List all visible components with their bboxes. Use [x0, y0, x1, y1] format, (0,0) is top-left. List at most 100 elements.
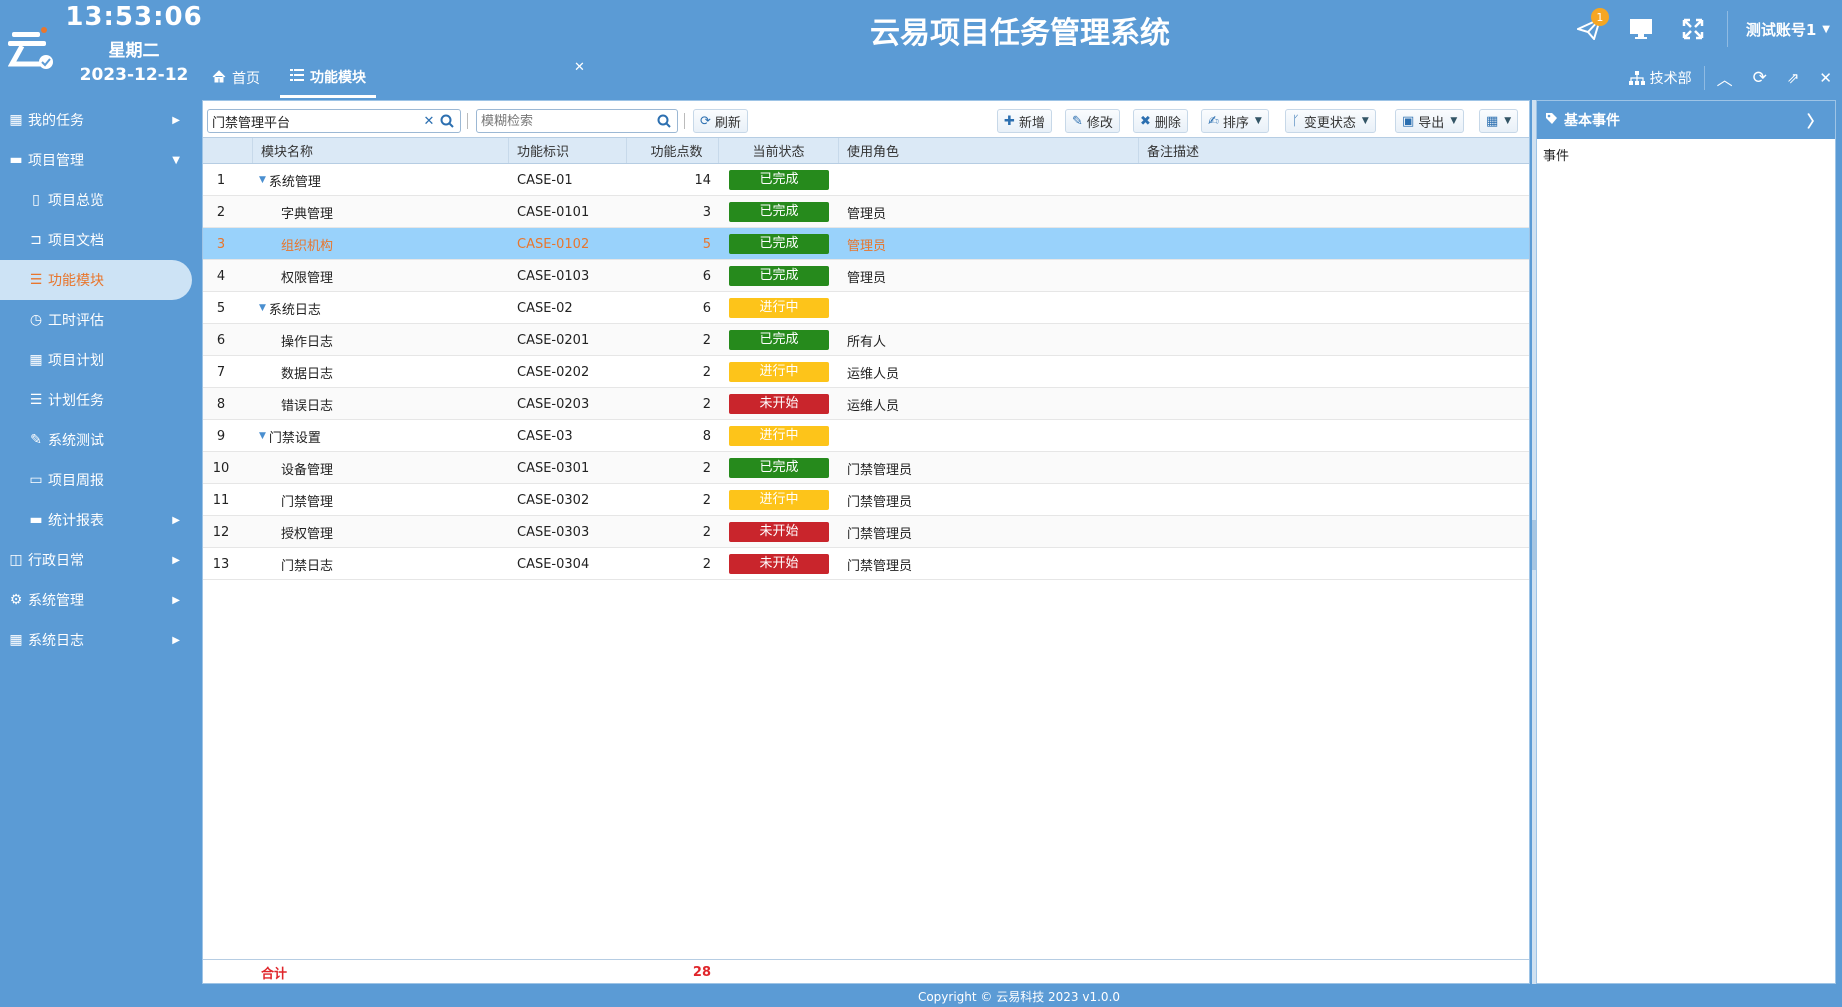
- row-name-cell: 门禁日志: [281, 548, 333, 580]
- sidebar-item-function-module[interactable]: ☰ 功能模块: [0, 260, 192, 300]
- refresh-button[interactable]: ⟳ 刷新: [693, 109, 748, 133]
- row-code: CASE-03: [517, 428, 573, 444]
- row-status-cell: 已完成: [729, 324, 829, 356]
- sort-button[interactable]: ✍ 排序 ▼: [1201, 109, 1269, 133]
- row-role: 管理员: [847, 206, 887, 222]
- sidebar-item-hour-estimate[interactable]: ◷ 工时评估: [0, 300, 196, 340]
- sidebar-item-label: 我的任务: [28, 113, 84, 129]
- department-selector[interactable]: 技术部: [1619, 58, 1702, 98]
- department-label: 技术部: [1649, 71, 1692, 87]
- table-row[interactable]: 1 ▼ 系统管理 CASE-01 14 已完成: [203, 164, 1529, 196]
- row-code: CASE-0102: [517, 236, 590, 252]
- row-name-cell: 组织机构: [281, 228, 333, 260]
- tab-close-icon[interactable]: ✕: [574, 60, 585, 75]
- sidebar-item-system-test[interactable]: ✎ 系统测试: [0, 420, 196, 460]
- sidebar-item-admin-daily[interactable]: ◫ 行政日常 ▶: [0, 540, 196, 580]
- edit-icon: ✍: [1208, 113, 1219, 129]
- sidebar-item-label: 项目周报: [48, 473, 104, 489]
- sidebar-item-project-plan[interactable]: ▦ 项目计划: [0, 340, 196, 380]
- header-remark[interactable]: 备注描述: [1139, 138, 1529, 163]
- sidebar-item-label: 系统测试: [48, 433, 104, 449]
- add-button[interactable]: ✚ 新增: [997, 109, 1052, 133]
- header-status[interactable]: 当前状态: [719, 138, 839, 163]
- header-role-label: 使用角色: [847, 145, 900, 160]
- clock-time: 13:53:06: [65, 2, 203, 32]
- sidebar-item-system-mgmt[interactable]: ⚙ 系统管理 ▶: [0, 580, 196, 620]
- delete-button[interactable]: ✖ 删除: [1133, 109, 1188, 133]
- clear-icon[interactable]: ✕: [420, 114, 438, 129]
- tree-expand-icon[interactable]: ▼: [259, 303, 266, 313]
- header-points[interactable]: 功能点数: [627, 138, 719, 163]
- screen-button[interactable]: [1615, 0, 1667, 58]
- chevron-right-icon: ▶: [172, 634, 180, 646]
- status-badge: 已完成: [729, 330, 829, 350]
- tree-expand-icon[interactable]: ▼: [259, 175, 266, 185]
- project-input[interactable]: [212, 113, 420, 129]
- sidebar-item-project-mgmt[interactable]: ▬ 项目管理 ▼: [0, 140, 196, 180]
- sidebar-item-weekly-report[interactable]: ▭ 项目周报: [0, 460, 196, 500]
- row-points: 2: [702, 556, 711, 572]
- table-row[interactable]: 12 授权管理 CASE-0303 2 未开始 门禁管理员: [203, 516, 1529, 548]
- edit-button[interactable]: ✎ 修改: [1065, 109, 1120, 133]
- table-row[interactable]: 7 数据日志 CASE-0202 2 进行中 运维人员: [203, 356, 1529, 388]
- search-input[interactable]: [481, 113, 655, 129]
- header-divider: [1726, 11, 1728, 47]
- close-tab-button[interactable]: ✕: [1809, 58, 1842, 98]
- row-name-cell: ▼ 门禁设置: [259, 420, 321, 452]
- list-icon: [290, 68, 304, 85]
- search-icon[interactable]: [438, 114, 456, 128]
- account-menu[interactable]: 测试账号1 ▼: [1736, 19, 1842, 40]
- table-row[interactable]: 9 ▼ 门禁设置 CASE-03 8 进行中: [203, 420, 1529, 452]
- table-row[interactable]: 2 字典管理 CASE-0101 3 已完成 管理员: [203, 196, 1529, 228]
- table-row[interactable]: 3 组织机构 CASE-0102 5 已完成 管理员: [203, 228, 1529, 260]
- tab-home-label: 首页: [232, 71, 260, 87]
- grid-header: 模块名称 功能标识 功能点数 当前状态 使用角色 备注描述: [203, 137, 1529, 164]
- row-code: CASE-02: [517, 300, 573, 316]
- open-external-button[interactable]: ⇗: [1777, 58, 1810, 98]
- sidebar-item-project-docs[interactable]: ⊐ 项目文档: [0, 220, 196, 260]
- sidebar-item-label: 统计报表: [48, 513, 104, 529]
- sidebar-item-my-tasks[interactable]: ▦ 我的任务 ▶: [0, 100, 196, 140]
- table-row[interactable]: 10 设备管理 CASE-0301 2 已完成 门禁管理员: [203, 452, 1529, 484]
- notification-button[interactable]: 1: [1563, 0, 1615, 58]
- sidebar-item-stat-report[interactable]: ▬ 统计报表 ▶: [0, 500, 196, 540]
- row-name: 授权管理: [281, 526, 334, 542]
- search-icon[interactable]: [655, 114, 673, 128]
- sidebar-item-system-log[interactable]: ▦ 系统日志 ▶: [0, 620, 196, 660]
- toolbar-divider: [684, 113, 685, 129]
- header-name[interactable]: 模块名称: [253, 138, 509, 163]
- row-status-cell: 已完成: [729, 196, 829, 228]
- table-row[interactable]: 8 错误日志 CASE-0203 2 未开始 运维人员: [203, 388, 1529, 420]
- row-name: 系统日志: [268, 302, 321, 318]
- table-row[interactable]: 4 权限管理 CASE-0103 6 已完成 管理员: [203, 260, 1529, 292]
- export-button[interactable]: ▣ 导出 ▼: [1395, 109, 1465, 133]
- list-icon: ☰: [29, 392, 43, 408]
- table-row[interactable]: 13 门禁日志 CASE-0304 2 未开始 门禁管理员: [203, 548, 1529, 580]
- table-row[interactable]: 6 操作日志 CASE-0201 2 已完成 所有人: [203, 324, 1529, 356]
- header-role[interactable]: 使用角色: [839, 138, 1139, 163]
- header-code[interactable]: 功能标识: [509, 138, 627, 163]
- right-panel-body: 事件: [1543, 149, 1570, 164]
- chevron-right-icon[interactable]: 〉: [1807, 108, 1823, 132]
- change-status-button[interactable]: ᚴ 变更状态 ▼: [1285, 109, 1376, 133]
- row-points: 8: [702, 428, 711, 444]
- home-icon: [212, 69, 226, 87]
- sidebar-item-plan-tasks[interactable]: ☰ 计划任务: [0, 380, 196, 420]
- tab-home[interactable]: 首页: [212, 58, 260, 98]
- row-name-cell: 错误日志: [281, 388, 333, 420]
- table-row[interactable]: 11 门禁管理 CASE-0302 2 进行中 门禁管理员: [203, 484, 1529, 516]
- row-name-cell: 权限管理: [281, 260, 333, 292]
- tab-function-module[interactable]: 功能模块: [280, 58, 376, 98]
- tree-expand-icon[interactable]: ▼: [259, 431, 266, 441]
- sidebar-item-project-overview[interactable]: ▯ 项目总览: [0, 180, 196, 220]
- fullscreen-button[interactable]: [1667, 0, 1719, 58]
- header-points-label: 功能点数: [650, 145, 703, 160]
- collapse-up-button[interactable]: ︿: [1707, 58, 1743, 98]
- row-index: 9: [216, 428, 226, 444]
- table-row[interactable]: 5 ▼ 系统日志 CASE-02 6 进行中: [203, 292, 1529, 324]
- columns-button[interactable]: ▦ ▼: [1479, 109, 1519, 133]
- reload-button[interactable]: ⟳: [1743, 58, 1777, 98]
- header-actions: 1 测试账号1 ▼: [1563, 0, 1842, 58]
- status-badge: 进行中: [729, 490, 829, 510]
- row-name-cell: 授权管理: [281, 516, 333, 548]
